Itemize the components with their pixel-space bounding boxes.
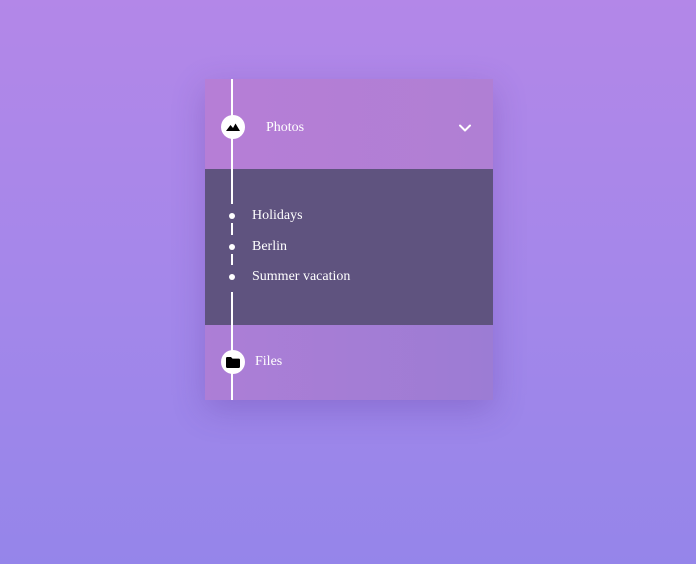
photos-label: Photos — [266, 120, 305, 135]
submenu-item-holidays[interactable]: Holidays — [205, 205, 493, 227]
chevron-down-icon[interactable] — [457, 120, 473, 136]
bullet-dot-icon — [229, 213, 235, 219]
submenu-item-label: Holidays — [252, 208, 303, 223]
mountains-icon — [221, 115, 245, 139]
files-label: Files — [255, 354, 283, 369]
photos-menu-header[interactable] — [205, 79, 493, 169]
submenu-item-summer-vacation[interactable]: Summer vacation — [205, 266, 493, 288]
submenu-item-berlin[interactable]: Berlin — [205, 236, 493, 258]
accordion-menu: Photos Holidays Berlin Summer vacation F… — [205, 79, 493, 400]
folder-icon — [221, 350, 245, 374]
bullet-dot-icon — [229, 274, 235, 280]
submenu-item-label: Summer vacation — [252, 269, 351, 284]
timeline-line — [231, 292, 233, 400]
timeline-line — [231, 79, 233, 204]
files-menu-item[interactable] — [205, 325, 493, 400]
submenu-item-label: Berlin — [252, 239, 287, 254]
bullet-dot-icon — [229, 244, 235, 250]
